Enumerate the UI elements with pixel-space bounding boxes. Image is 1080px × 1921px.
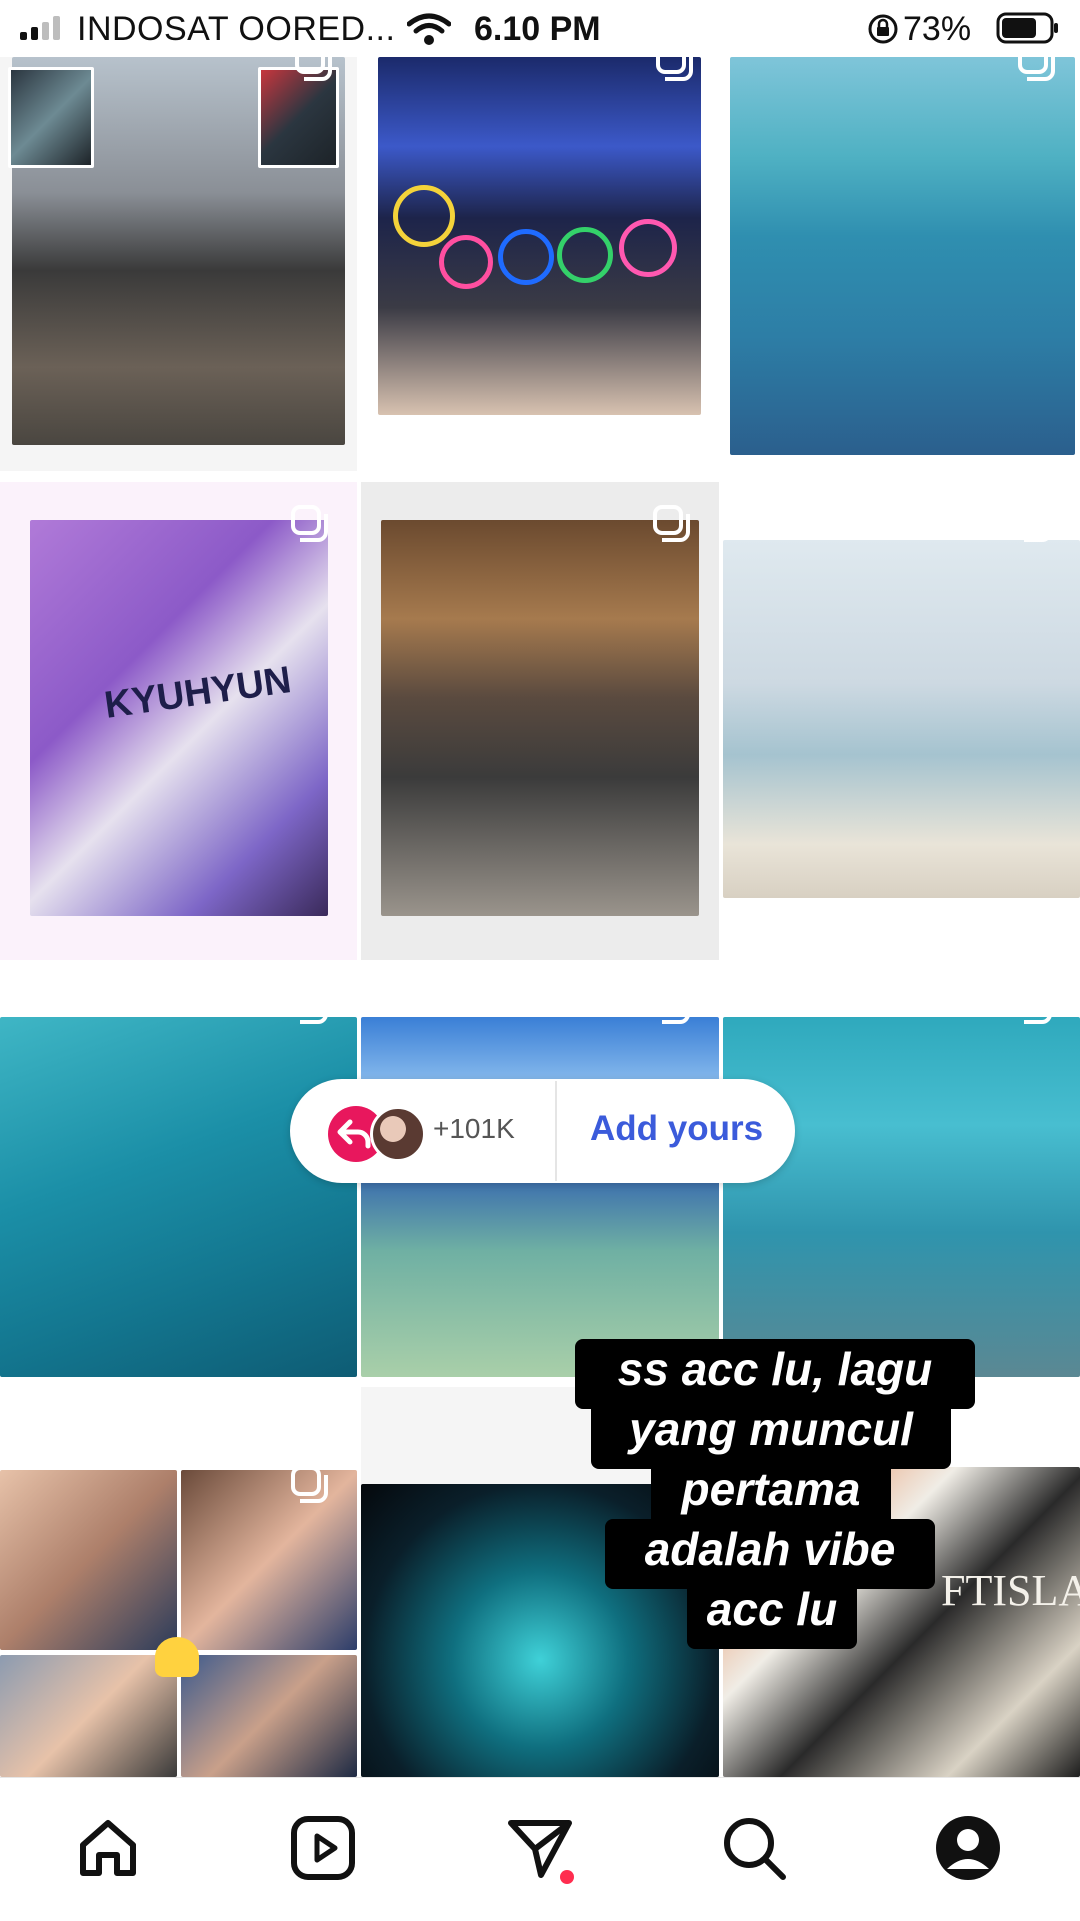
home-icon (80, 1820, 136, 1876)
tile-image (557, 227, 613, 283)
tile-image (381, 520, 699, 916)
battery-icon (996, 12, 1058, 44)
tile-image (439, 235, 493, 289)
carousel-icon (653, 987, 690, 1024)
nav-home[interactable] (68, 1808, 148, 1888)
rotation-lock-icon (868, 14, 898, 44)
grid-tile[interactable] (0, 1387, 357, 1777)
grid-tile[interactable] (723, 964, 1080, 1379)
carousel-icon (295, 57, 332, 81)
nav-profile[interactable] (928, 1808, 1008, 1888)
carousel-icon (653, 505, 690, 542)
carousel-icon (291, 505, 328, 542)
tile-image (730, 57, 1075, 455)
tile-image (723, 1017, 1080, 1377)
grid-tile[interactable] (361, 482, 719, 960)
tile-image (8, 67, 94, 168)
heart-emoji (155, 1637, 199, 1677)
grid-tile[interactable] (0, 57, 357, 471)
add-yours-button[interactable]: Add yours (590, 1109, 763, 1149)
tile-image (0, 1470, 177, 1650)
nav-messages[interactable] (500, 1808, 580, 1888)
carousel-icon (291, 987, 328, 1024)
grid-tile[interactable] (723, 57, 1080, 471)
battery-percent: 73% (903, 10, 972, 48)
tile-image (181, 1655, 357, 1777)
tile-image (393, 185, 455, 247)
participant-count: +101K (433, 1113, 515, 1144)
wifi-icon (407, 13, 451, 45)
signal-strength-icon (20, 16, 60, 40)
clock: 6.10 PM (474, 10, 601, 48)
tile-image (361, 1017, 719, 1377)
caption-line: acc lu (687, 1579, 857, 1649)
status-bar: INDOSAT OORED... 6.10 PM 73% (0, 0, 1080, 57)
story-caption: ss acc lu, lagu yang muncul pertama adal… (575, 1339, 975, 1659)
grid-tile[interactable] (0, 964, 357, 1379)
carousel-icon (291, 1466, 328, 1503)
carousel-icon (1015, 505, 1052, 542)
nav-reels[interactable] (283, 1808, 363, 1888)
participant-avatar (370, 1106, 426, 1162)
carousel-icon (1015, 987, 1052, 1024)
add-yours-sticker[interactable]: +101K Add yours (290, 1079, 795, 1183)
divider (555, 1081, 557, 1181)
nav-search[interactable] (714, 1808, 794, 1888)
carrier-name: INDOSAT OORED... (77, 10, 396, 48)
notification-dot (560, 1870, 574, 1884)
carousel-icon (1018, 57, 1055, 81)
tile-image (723, 540, 1080, 898)
tile-image (498, 229, 554, 285)
tile-image (30, 520, 328, 916)
profile-avatar-icon (936, 1816, 1000, 1880)
grid-tile[interactable] (361, 57, 719, 471)
tile-image (0, 1017, 357, 1377)
search-icon (724, 1818, 786, 1880)
tile-image (181, 1470, 357, 1650)
tile-image (619, 219, 677, 277)
bottom-nav (0, 1777, 1080, 1921)
carousel-icon (656, 57, 693, 81)
grid-tile[interactable]: KYUHYUN (0, 482, 357, 960)
grid-tile[interactable] (723, 482, 1080, 960)
tile-image (0, 1655, 177, 1777)
reels-icon (291, 1816, 355, 1880)
